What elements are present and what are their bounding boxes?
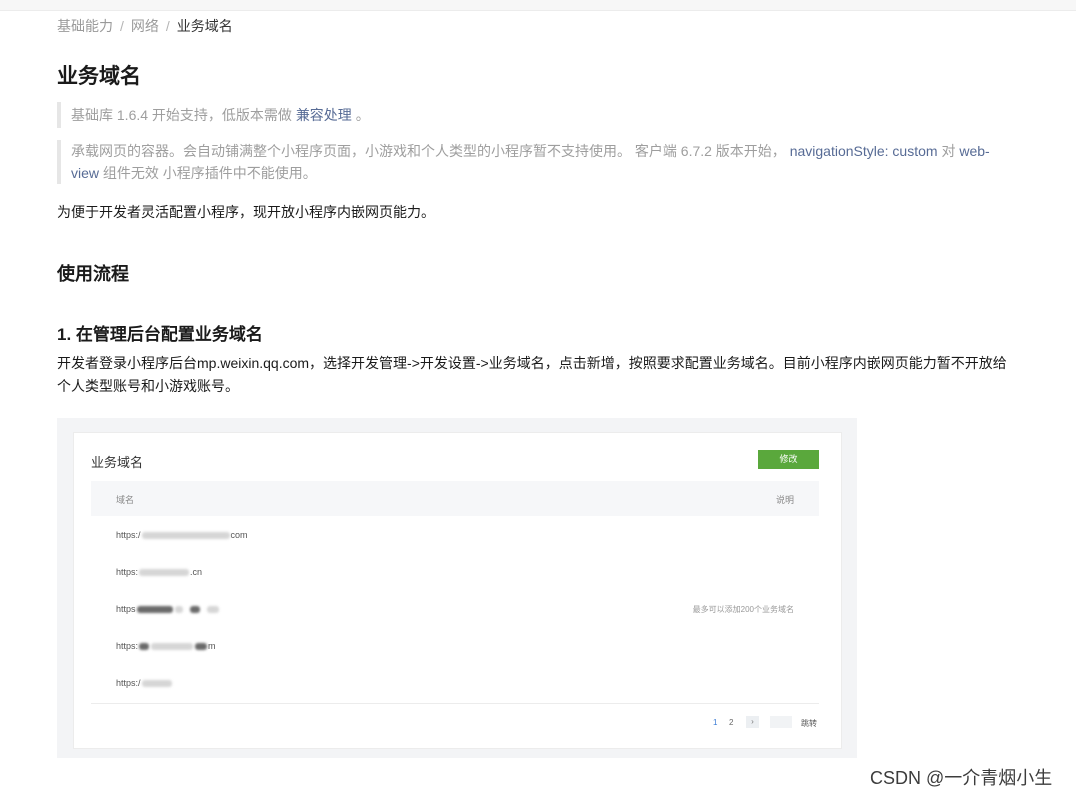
breadcrumb-current: 业务域名 xyxy=(176,18,233,34)
edit-button[interactable]: 修改 xyxy=(758,450,819,469)
jump-button[interactable]: 跳转 xyxy=(801,718,817,729)
step1-body: 开发者登录小程序后台mp.weixin.qq.com，选择开发管理->开发设置-… xyxy=(57,355,1007,394)
section-heading: 使用流程 xyxy=(57,264,129,284)
admin-screenshot: 业务域名 修改 域名 说明 https:/com https: .cn https… xyxy=(57,418,857,758)
breadcrumb-separator: / xyxy=(165,18,170,34)
table-header: 域名 说明 xyxy=(91,481,819,516)
card-title: 业务域名 xyxy=(91,455,144,470)
version-note: 基础库 1.6.4 开始支持，低版本需做 兼容处理 。 xyxy=(57,102,1011,128)
domain-limit-note: 最多可以添加200个业务域名 xyxy=(692,605,794,614)
breadcrumb: 基础能力 / 网络 / 业务域名 xyxy=(57,16,233,36)
domain-cell: https:/ xyxy=(116,678,173,688)
domain-cell: https: .cn xyxy=(116,567,203,577)
page-jump-input[interactable] xyxy=(770,716,792,728)
table-row: https:/com xyxy=(91,518,819,555)
table-row: https 最多可以添加200个业务域名 xyxy=(91,592,819,629)
navigation-style-code: navigationStyle: custom xyxy=(789,143,938,159)
breadcrumb-separator: / xyxy=(120,18,124,34)
page-1[interactable]: 1 xyxy=(713,718,717,727)
business-domain-card: 业务域名 修改 域名 说明 https:/com https: .cn https… xyxy=(73,432,842,749)
webview-note: 承载网页的容器。会自动铺满整个小程序页面，小游戏和个人类型的小程序暂不支持使用。… xyxy=(57,140,1016,184)
next-page-button[interactable]: › xyxy=(746,716,759,728)
csdn-watermark: CSDN @一介青烟小生 xyxy=(870,768,1053,788)
table-row: https: m xyxy=(91,629,819,666)
breadcrumb-item-basic[interactable]: 基础能力 xyxy=(57,18,113,34)
page-2[interactable]: 2 xyxy=(729,718,733,727)
intro-text: 为便于开发者灵活配置小程序，现开放小程序内嵌网页能力。 xyxy=(57,204,435,220)
compat-link[interactable]: 兼容处理 xyxy=(296,107,352,123)
top-bar xyxy=(0,0,1076,11)
version-note-text: 基础库 1.6.4 开始支持，低版本需做 xyxy=(71,107,292,123)
table-divider xyxy=(91,703,819,704)
webview-note-text: 承载网页的容器。会自动铺满整个小程序页面，小游戏和个人类型的小程序暂不支持使用。… xyxy=(71,143,786,159)
column-header-description: 说明 xyxy=(775,495,794,505)
page-title: 业务域名 xyxy=(57,65,141,88)
breadcrumb-item-network[interactable]: 网络 xyxy=(131,18,159,34)
column-header-domain: 域名 xyxy=(116,495,135,505)
webview-note-text-3: 组件无效 小程序插件中不能使用。 xyxy=(102,165,317,181)
domain-cell: https xyxy=(116,604,220,614)
version-note-suffix: 。 xyxy=(355,107,370,123)
table-row: https:/ xyxy=(91,666,819,703)
table-row: https: .cn xyxy=(91,555,819,592)
domain-cell: https: m xyxy=(116,641,216,651)
domain-cell: https:/com xyxy=(116,530,248,540)
step1-heading: 1. 在管理后台配置业务域名 xyxy=(57,325,263,344)
webview-note-text-2: 对 xyxy=(941,143,956,159)
